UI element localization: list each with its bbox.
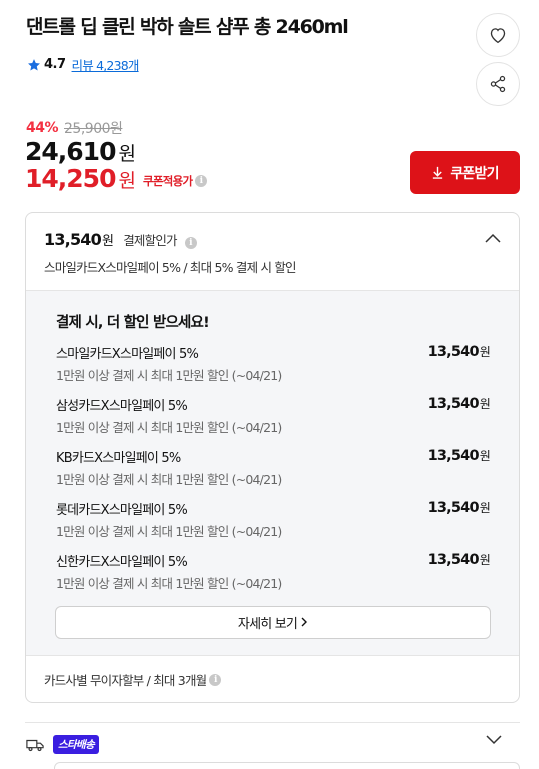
- card-amount: 13,540원: [427, 552, 491, 568]
- card-name: 롯데카드X스마일페이 5%: [56, 503, 188, 518]
- card-amount: 13,540원: [427, 344, 491, 360]
- payment-discount-amount: 13,540: [44, 230, 102, 249]
- payment-discount-header[interactable]: 13,540원 결제할인가 i 스마일카드X스마일페이 5% / 최대 5% 결…: [44, 230, 504, 276]
- star-icon: [27, 58, 41, 72]
- sale-price: 24,610 원: [25, 137, 136, 166]
- coupon-price-amount: 14,250: [25, 164, 116, 193]
- payment-discount-subtitle: 스마일카드X스마일페이 5% / 최대 5% 결제 시 할인: [44, 260, 297, 275]
- payment-discount-unit: 원: [101, 234, 114, 249]
- card-name: KB카드X스마일페이 5%: [56, 451, 181, 466]
- card-desc: 1만원 이상 결제 시 최대 1만원 할인 (~04/21): [56, 472, 282, 487]
- card-name: 신한카드X스마일페이 5%: [56, 555, 188, 570]
- heart-icon: [490, 28, 506, 44]
- review-link[interactable]: 리뷰 4,238개: [72, 55, 140, 74]
- sale-price-amount: 24,610: [25, 137, 116, 166]
- card-amount: 13,540원: [427, 396, 491, 412]
- product-title: 댄트롤 딥 클린 박하 솔트 샴푸 총 2460ml: [26, 16, 349, 38]
- see-details-label: 자세히 보기: [237, 617, 298, 632]
- divider: [25, 722, 520, 723]
- card-discount-item: 삼성카드X스마일페이 5% 1만원 이상 결제 시 최대 1만원 할인 (~04…: [56, 395, 491, 439]
- sale-price-unit: 원: [118, 143, 136, 165]
- card-desc: 1만원 이상 결제 시 최대 1만원 할인 (~04/21): [56, 576, 282, 591]
- payment-discount-price: 13,540원: [44, 230, 114, 249]
- coupon-price-label: 쿠폰적용가: [142, 173, 193, 188]
- rating-score: 4.7: [44, 57, 66, 72]
- payment-discount-label: 결제할인가: [123, 233, 177, 248]
- info-icon[interactable]: i: [195, 174, 208, 187]
- coupon-price: 14,250 원: [25, 164, 136, 193]
- card-discount-item: KB카드X스마일페이 5% 1만원 이상 결제 시 최대 1만원 할인 (~04…: [56, 447, 491, 491]
- chevron-right-icon: [301, 616, 308, 630]
- card-name: 삼성카드X스마일페이 5%: [56, 399, 188, 414]
- rating-row: 4.7 리뷰 4,238개: [27, 55, 139, 74]
- get-coupon-button[interactable]: 쿠폰받기: [410, 151, 520, 194]
- download-icon: [431, 166, 444, 179]
- card-discount-list: 결제 시, 더 할인 받으세요! 스마일카드X스마일페이 5% 1만원 이상 결…: [26, 290, 519, 656]
- wishlist-button[interactable]: [476, 13, 520, 57]
- card-desc: 1만원 이상 결제 시 최대 1만원 할인 (~04/21): [56, 524, 282, 539]
- installment-info: 카드사별 무이자할부 / 최대 3개월 i: [44, 670, 222, 689]
- card-discount-title: 결제 시, 더 할인 받으세요!: [56, 315, 210, 331]
- card-desc: 1만원 이상 결제 시 최대 1만원 할인 (~04/21): [56, 420, 282, 435]
- coupon-price-unit: 원: [118, 170, 136, 192]
- discount-row: 44% 25,900원: [26, 118, 123, 138]
- star-delivery-badge: 스타배송: [53, 735, 100, 754]
- share-icon: [490, 75, 506, 93]
- payment-discount-panel: 13,540원 결제할인가 i 스마일카드X스마일페이 5% / 최대 5% 결…: [25, 212, 520, 703]
- original-price: 25,900원: [64, 121, 123, 137]
- card-desc: 1만원 이상 결제 시 최대 1만원 할인 (~04/21): [56, 368, 282, 383]
- info-icon[interactable]: i: [184, 237, 197, 249]
- info-icon[interactable]: i: [209, 673, 222, 686]
- installment-text: 카드사별 무이자할부 / 최대 3개월: [44, 673, 207, 688]
- chevron-down-icon[interactable]: [486, 735, 502, 745]
- card-discount-item: 스마일카드X스마일페이 5% 1만원 이상 결제 시 최대 1만원 할인 (~0…: [56, 343, 491, 387]
- card-amount: 13,540원: [427, 448, 491, 464]
- delivery-row[interactable]: 스타배송: [26, 735, 100, 754]
- discount-rate: 44%: [26, 120, 59, 136]
- card-amount: 13,540원: [427, 500, 491, 516]
- coupon-price-row: 14,250 원 쿠폰적용가 i: [25, 164, 208, 193]
- get-coupon-label: 쿠폰받기: [450, 164, 499, 181]
- card-discount-item: 롯데카드X스마일페이 5% 1만원 이상 결제 시 최대 1만원 할인 (~04…: [56, 499, 491, 543]
- card-discount-item: 신한카드X스마일페이 5% 1만원 이상 결제 시 최대 1만원 할인 (~04…: [56, 551, 491, 595]
- share-button[interactable]: [476, 62, 520, 106]
- truck-icon: [26, 738, 44, 752]
- see-details-button[interactable]: 자세히 보기: [55, 606, 491, 639]
- chevron-up-icon[interactable]: [485, 233, 501, 243]
- delivery-option-box[interactable]: [54, 762, 520, 769]
- card-name: 스마일카드X스마일페이 5%: [56, 347, 199, 362]
